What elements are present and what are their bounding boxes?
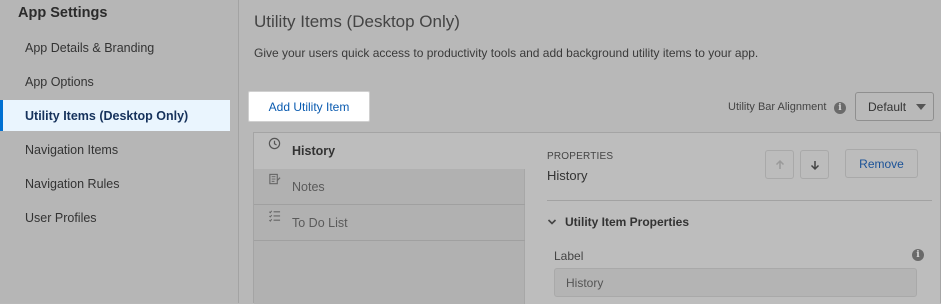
utility-items-panel: History Notes To Do List PROPERTIES Hist…: [253, 132, 941, 304]
utility-bar-alignment-select[interactable]: Default: [855, 92, 934, 121]
utility-item-to-do-list[interactable]: To Do List: [254, 205, 525, 241]
main-content: Utility Items (Desktop Only) Give your u…: [240, 0, 941, 304]
sidebar-title: App Settings: [18, 5, 108, 21]
add-utility-item-button[interactable]: Add Utility Item: [248, 91, 370, 122]
move-up-button[interactable]: [765, 150, 794, 179]
sidebar-item-user-profiles[interactable]: User Profiles: [0, 202, 230, 233]
arrow-down-icon: [810, 160, 819, 170]
move-down-button[interactable]: [800, 150, 829, 179]
arrow-up-icon: [775, 159, 784, 169]
page-title: Utility Items (Desktop Only): [254, 12, 460, 31]
info-icon[interactable]: i: [912, 249, 924, 261]
page-description: Give your users quick access to producti…: [254, 46, 759, 60]
sidebar: App Settings App Details & Branding App …: [0, 0, 239, 303]
properties-item-name: History: [547, 168, 588, 183]
utility-item-properties-toggle[interactable]: Utility Item Properties: [547, 215, 689, 229]
utility-bar-alignment-label: Utility Bar Alignment: [728, 101, 827, 113]
utility-item-label: To Do List: [292, 215, 348, 230]
utility-items-list: History Notes To Do List: [254, 133, 525, 304]
utility-item-label: History: [292, 144, 336, 158]
properties-pane: PROPERTIES History Remove Utility Item P…: [525, 133, 940, 304]
utility-item-notes[interactable]: Notes: [254, 169, 525, 205]
label-field[interactable]: History: [554, 268, 917, 297]
chevron-down-icon: [547, 219, 557, 225]
divider: [547, 200, 932, 201]
section-title: Utility Item Properties: [565, 215, 690, 229]
properties-header: PROPERTIES: [547, 151, 614, 162]
sidebar-item-app-details-branding[interactable]: App Details & Branding: [0, 32, 230, 63]
info-icon[interactable]: i: [834, 102, 846, 114]
utility-item-history[interactable]: History: [254, 133, 525, 169]
sidebar-item-navigation-rules[interactable]: Navigation Rules: [0, 168, 230, 199]
sidebar-item-utility-items[interactable]: Utility Items (Desktop Only): [0, 100, 230, 131]
checklist-icon: [268, 209, 282, 223]
clock-icon: [268, 137, 282, 151]
chevron-down-icon: [916, 104, 926, 110]
alignment-select-value: Default: [868, 99, 907, 114]
remove-button[interactable]: Remove: [845, 149, 918, 178]
sidebar-item-app-options[interactable]: App Options: [0, 66, 230, 97]
sidebar-item-navigation-items[interactable]: Navigation Items: [0, 134, 230, 165]
utility-item-label: Notes: [292, 179, 325, 194]
notes-icon: [268, 173, 282, 187]
label-field-label: Label: [554, 249, 584, 263]
